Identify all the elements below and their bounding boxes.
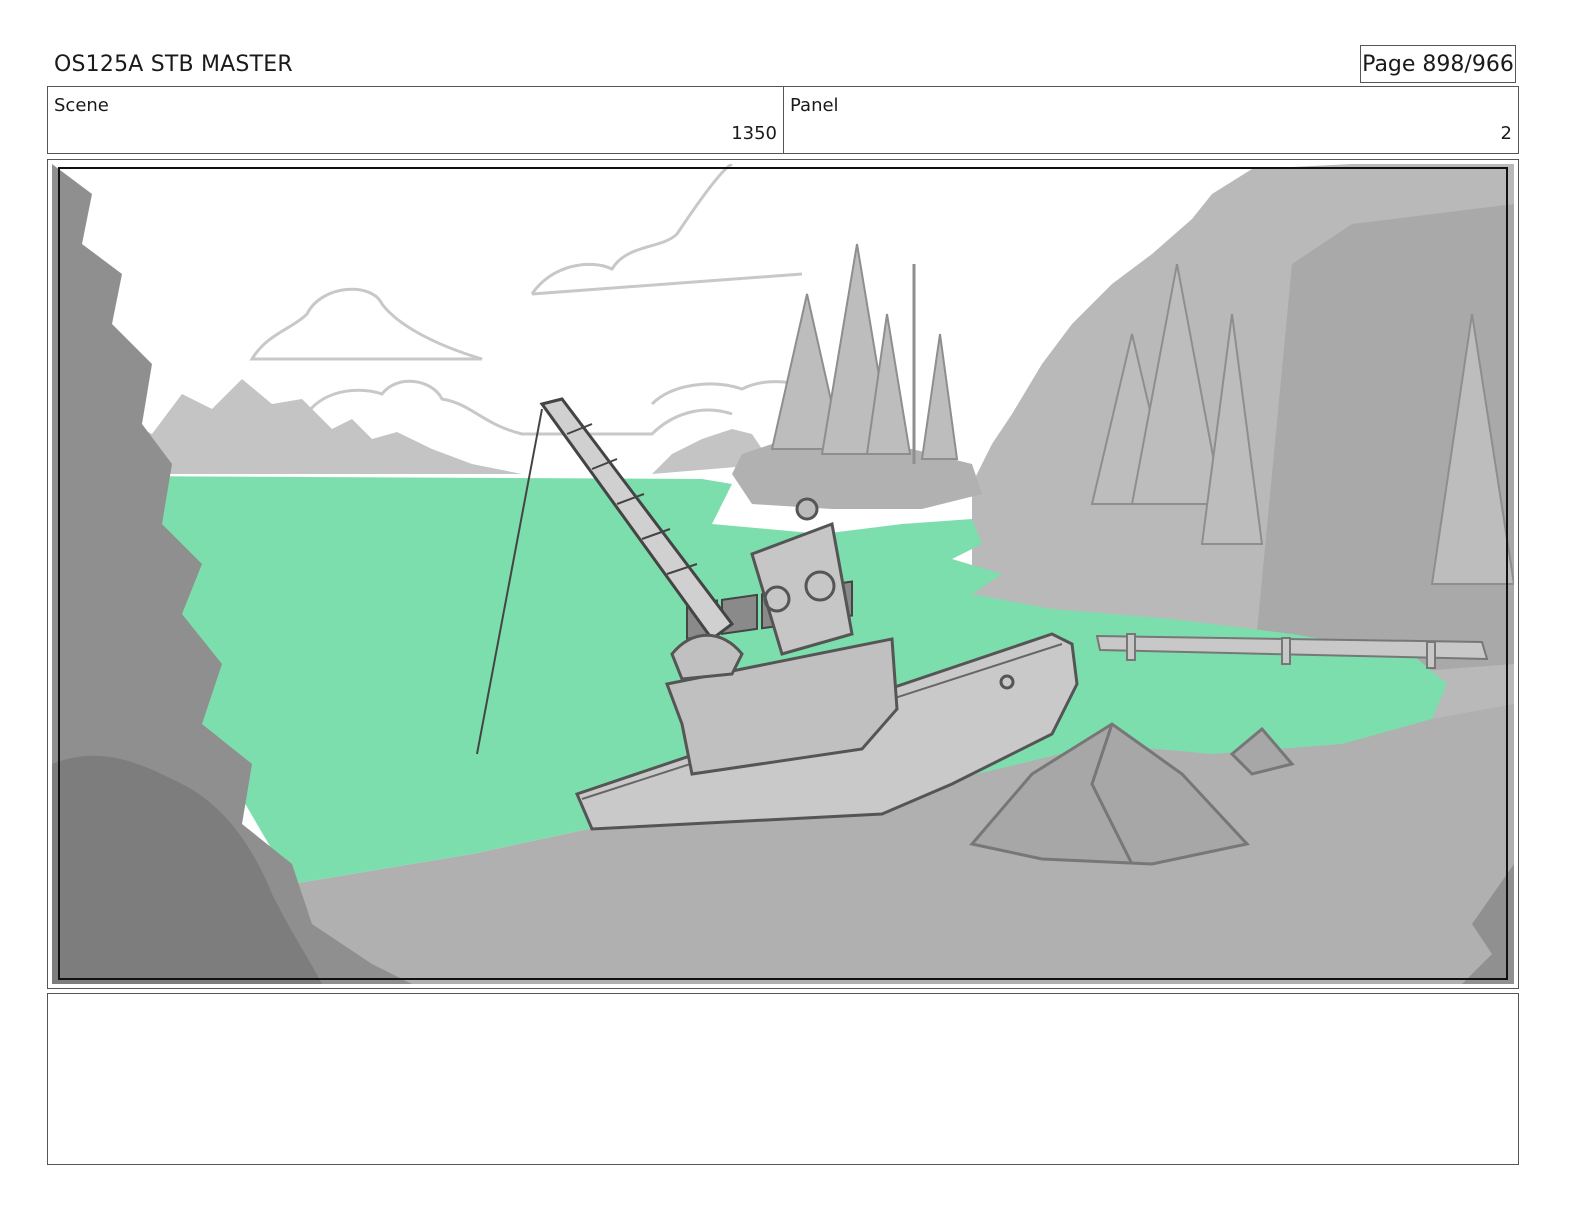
- document-title: OS125A STB MASTER: [54, 52, 293, 77]
- scene-number: 1350: [731, 123, 777, 144]
- panel-notes-box: [47, 993, 1519, 1165]
- scene-panel-info-row: Scene 1350 Panel 2: [47, 86, 1519, 154]
- page-number: Page 898/966: [1360, 45, 1516, 83]
- panel-label: Panel: [790, 95, 839, 116]
- panel-number: 2: [1500, 123, 1512, 144]
- scene-cell: Scene 1350: [48, 87, 784, 153]
- storyboard-panel-image: [52, 164, 1514, 984]
- panel-cell: Panel 2: [784, 87, 1518, 153]
- scene-label: Scene: [54, 95, 109, 116]
